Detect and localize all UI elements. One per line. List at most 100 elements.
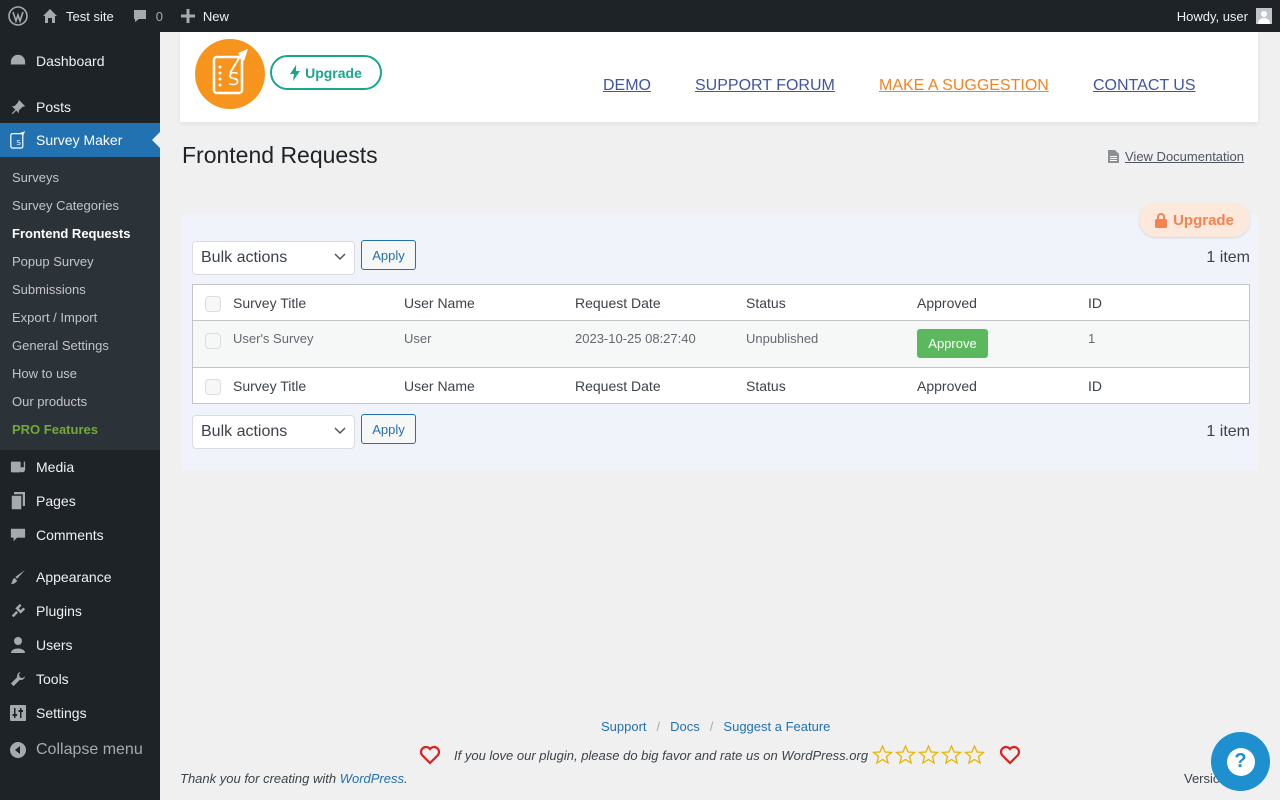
user-icon (10, 637, 26, 653)
column-approved[interactable]: Approved (917, 295, 977, 311)
apply-button-bottom[interactable]: Apply (361, 414, 416, 444)
star-outline-icon[interactable] (918, 745, 940, 765)
wordpress-icon (8, 6, 28, 26)
menu-plugins[interactable]: Plugins (0, 594, 160, 628)
menu-settings[interactable]: Settings (0, 696, 160, 730)
star-outline-icon[interactable] (964, 745, 986, 765)
column-survey-title[interactable]: Survey Title (233, 295, 306, 311)
menu-users-label: Users (36, 637, 73, 653)
bulk-actions-value: Bulk actions (201, 249, 288, 266)
bulk-actions-select-bottom[interactable]: Bulk actions (192, 415, 355, 449)
rate-us-line: If you love our plugin, please do big fa… (419, 745, 1021, 765)
rate-us-text[interactable]: If you love our plugin, please do big fa… (454, 748, 868, 763)
menu-plugins-label: Plugins (36, 603, 82, 619)
footer-column-survey-title[interactable]: Survey Title (233, 378, 306, 394)
submenu-our-products[interactable]: Our products (0, 388, 160, 416)
footer-column-approved[interactable]: Approved (917, 378, 977, 394)
menu-appearance[interactable]: Appearance (0, 560, 160, 594)
menu-users[interactable]: Users (0, 628, 160, 662)
menu-comments[interactable]: Comments (0, 518, 160, 552)
footer-column-request-date[interactable]: Request Date (575, 378, 661, 394)
menu-tools-label: Tools (36, 671, 69, 687)
make-suggestion-link[interactable]: MAKE A SUGGESTION (879, 77, 1049, 95)
survey-maker-logo[interactable]: S (195, 39, 265, 109)
star-outline-icon[interactable] (895, 745, 917, 765)
dashboard-icon (10, 53, 26, 69)
bulk-actions-select-top[interactable]: Bulk actions (192, 241, 355, 275)
select-all-checkbox[interactable] (205, 296, 221, 312)
column-user-name[interactable]: User Name (404, 295, 475, 311)
header-upgrade-label: Upgrade (305, 64, 362, 81)
chevron-down-icon (334, 427, 346, 435)
menu-media[interactable]: Media (0, 450, 160, 484)
new-content-link[interactable]: New (171, 0, 237, 32)
submenu-survey-categories[interactable]: Survey Categories (0, 192, 160, 220)
tablenav-top: Bulk actions Apply 1 item (192, 240, 1250, 275)
footer-support-link[interactable]: Support (601, 719, 647, 734)
submenu-general-settings[interactable]: General Settings (0, 332, 160, 360)
submenu-pro-features[interactable]: PRO Features (0, 416, 160, 444)
survey-maker-icon: S (10, 131, 26, 149)
cell-request-date: 2023-10-25 08:27:40 (575, 331, 696, 346)
menu-dashboard[interactable]: Dashboard (0, 32, 160, 90)
paintbrush-icon (10, 569, 26, 585)
column-request-date[interactable]: Request Date (575, 295, 661, 311)
star-outline-icon[interactable] (941, 745, 963, 765)
menu-survey-maker-label: Survey Maker (36, 132, 123, 148)
cell-user-name: User (404, 331, 432, 346)
comment-bubble-icon (133, 10, 146, 22)
submenu-frontend-requests[interactable]: Frontend Requests (0, 220, 160, 248)
table-header-row: Survey Title User Name Request Date Stat… (193, 285, 1249, 321)
footer-docs-link[interactable]: Docs (670, 719, 700, 734)
menu-tools[interactable]: Tools (0, 662, 160, 696)
footer-column-id[interactable]: ID (1088, 378, 1102, 394)
collapse-menu-button[interactable]: Collapse menu (0, 732, 160, 768)
rating-stars[interactable] (872, 745, 986, 765)
menu-posts[interactable]: Posts (0, 91, 160, 123)
contact-us-link[interactable]: CONTACT US (1093, 77, 1196, 95)
select-all-checkbox-bottom[interactable] (205, 379, 221, 395)
cell-survey-title[interactable]: User's Survey (233, 331, 314, 346)
wordpress-menu[interactable] (0, 0, 36, 32)
apply-button-top[interactable]: Apply (361, 240, 416, 270)
view-documentation-link[interactable]: View Documentation (1108, 149, 1244, 164)
account-menu[interactable]: Howdy, user (1169, 0, 1280, 32)
submenu-surveys[interactable]: Surveys (0, 164, 160, 192)
requests-panel: Upgrade Bulk actions Apply 1 item Survey… (182, 203, 1258, 470)
avatar (1256, 8, 1272, 24)
comments-count: 0 (155, 8, 163, 24)
menu-dashboard-label: Dashboard (36, 53, 105, 69)
demo-link[interactable]: DEMO (603, 77, 651, 95)
plugin-icon (10, 603, 26, 619)
comments-link[interactable]: 0 (122, 0, 171, 32)
header-upgrade-button[interactable]: Upgrade (270, 55, 382, 90)
approve-button[interactable]: Approve (917, 329, 988, 358)
menu-settings-label: Settings (36, 705, 87, 721)
table-row: User's Survey User 2023-10-25 08:27:40 U… (193, 321, 1249, 368)
pushpin-icon (10, 99, 26, 115)
footer-column-status[interactable]: Status (746, 378, 786, 394)
column-status[interactable]: Status (746, 295, 786, 311)
help-chat-button[interactable]: ? (1211, 732, 1270, 791)
footer-suggest-link[interactable]: Suggest a Feature (723, 719, 830, 734)
site-name-link[interactable]: Test site (36, 0, 122, 32)
heart-icon (999, 745, 1021, 765)
svg-text:S: S (16, 138, 21, 147)
column-id[interactable]: ID (1088, 295, 1102, 311)
lightning-icon (290, 64, 301, 81)
star-outline-icon[interactable] (872, 745, 894, 765)
menu-survey-maker[interactable]: S Survey Maker (0, 123, 160, 157)
submenu-popup-survey[interactable]: Popup Survey (0, 248, 160, 276)
row-checkbox[interactable] (205, 333, 221, 349)
comments-icon (10, 527, 26, 543)
menu-comments-label: Comments (36, 527, 104, 543)
pro-upgrade-button[interactable]: Upgrade (1139, 203, 1250, 237)
support-forum-link[interactable]: SUPPORT FORUM (695, 77, 835, 95)
submenu-export-import[interactable]: Export / Import (0, 304, 160, 332)
submenu-submissions[interactable]: Submissions (0, 276, 160, 304)
wordpress-link[interactable]: WordPress (340, 771, 404, 786)
menu-pages[interactable]: Pages (0, 484, 160, 518)
submenu-how-to-use[interactable]: How to use (0, 360, 160, 388)
footer-column-user-name[interactable]: User Name (404, 378, 475, 394)
howdy-text: Howdy, user (1176, 8, 1248, 24)
